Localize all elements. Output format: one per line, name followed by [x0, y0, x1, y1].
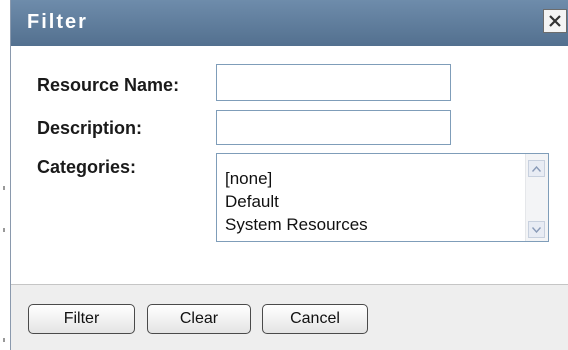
categories-label: Categories:: [37, 157, 137, 177]
dialog-footer: Filter Clear Cancel: [11, 284, 568, 350]
resource-name-input[interactable]: [216, 64, 451, 101]
list-item[interactable]: [none]: [225, 167, 368, 190]
list-item[interactable]: System Resources: [225, 213, 368, 236]
chevron-down-icon: [532, 226, 541, 233]
dialog-titlebar[interactable]: Filter: [11, 0, 568, 46]
dialog-title: Filter: [27, 11, 88, 33]
list-item[interactable]: Default: [225, 190, 368, 213]
cancel-button[interactable]: Cancel: [262, 304, 368, 334]
close-button[interactable]: [543, 9, 567, 33]
categories-listbox[interactable]: [none] Default System Resources: [216, 153, 549, 242]
window-edge-mark: [3, 338, 5, 342]
scroll-down-button[interactable]: [528, 221, 545, 238]
clear-button[interactable]: Clear: [147, 304, 251, 334]
filter-dialog: Filter Resource Name: Description: Categ…: [10, 0, 568, 350]
chevron-up-icon: [532, 165, 541, 172]
filter-button[interactable]: Filter: [28, 304, 135, 334]
description-label: Description:: [37, 118, 143, 138]
window-edge-mark: [3, 228, 5, 232]
close-icon: [549, 15, 561, 27]
categories-scrollbar[interactable]: [525, 154, 548, 241]
description-input[interactable]: [216, 110, 451, 145]
window-edge-mark: [3, 186, 5, 190]
scroll-up-button[interactable]: [528, 160, 545, 177]
resource-name-label: Resource Name:: [37, 75, 180, 95]
